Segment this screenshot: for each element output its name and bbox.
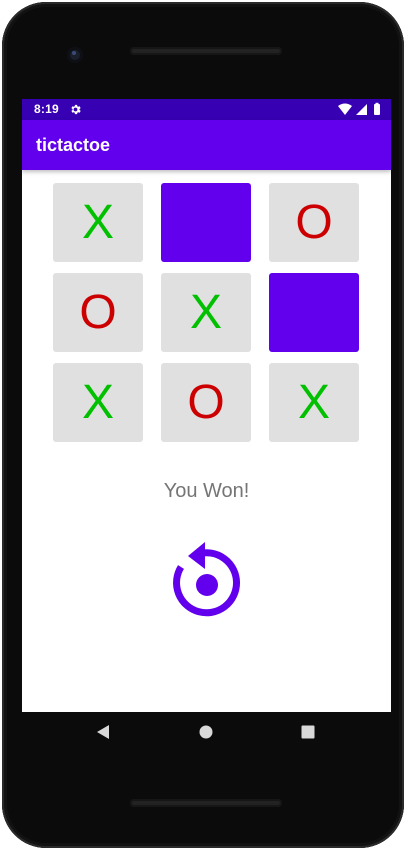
board-cell-8[interactable]: O xyxy=(161,363,251,442)
phone-frame: 8:19 tictactoe X O O X X O X You Won! xyxy=(2,2,404,848)
board-cell-9[interactable]: X xyxy=(269,363,359,442)
cell-mark: O xyxy=(295,196,333,249)
restart-button[interactable] xyxy=(165,539,251,625)
status-time: 8:19 xyxy=(34,102,59,116)
board-cell-1[interactable]: X xyxy=(53,183,143,262)
cell-mark: X xyxy=(189,286,222,339)
back-icon[interactable] xyxy=(96,724,110,740)
status-icons xyxy=(338,102,380,115)
bottom-speaker xyxy=(130,799,282,807)
board-cell-7[interactable]: X xyxy=(53,363,143,442)
cell-mark: O xyxy=(187,376,225,429)
status-bar: 8:19 xyxy=(22,99,391,120)
system-nav-bar xyxy=(22,714,391,754)
board-cell-5[interactable]: X xyxy=(161,273,251,352)
earpiece-speaker xyxy=(130,47,282,55)
cell-mark: X xyxy=(81,196,114,249)
cell-mark: X xyxy=(81,376,114,429)
cellular-icon xyxy=(356,104,367,115)
cell-mark: X xyxy=(297,376,330,429)
board-cell-6[interactable] xyxy=(269,273,359,352)
board-cell-3[interactable]: O xyxy=(269,183,359,262)
wifi-icon xyxy=(338,103,352,115)
recents-icon[interactable] xyxy=(301,725,315,739)
battery-icon xyxy=(374,104,380,115)
cell-mark: O xyxy=(79,286,117,339)
app-screen: 8:19 tictactoe X O O X X O X You Won! xyxy=(22,99,391,712)
front-camera xyxy=(67,47,83,63)
home-icon[interactable] xyxy=(198,724,214,740)
app-title: tictactoe xyxy=(36,135,111,155)
settings-icon xyxy=(71,104,81,115)
restart-icon xyxy=(173,542,240,617)
result-message: You Won! xyxy=(163,480,250,502)
board-cell-4[interactable]: O xyxy=(53,273,143,352)
board-cell-2[interactable] xyxy=(161,183,251,262)
app-bar: tictactoe xyxy=(22,120,391,170)
